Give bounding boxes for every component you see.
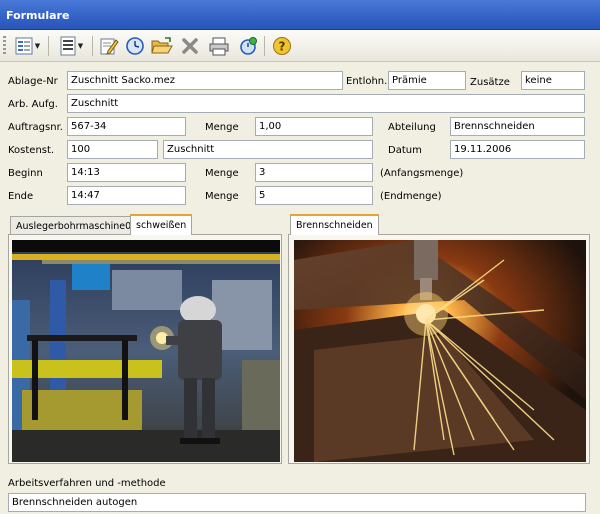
- toolbar: ▼ ▼ ?: [0, 30, 600, 62]
- clock-icon: [126, 37, 144, 55]
- form-view-icon: [15, 37, 33, 55]
- welding-photo: [12, 240, 280, 462]
- tab-label: Auslegerbohrmaschine01: [16, 221, 138, 232]
- refresh-button[interactable]: [236, 34, 260, 58]
- arbaufg-field[interactable]: Zuschnitt: [67, 94, 585, 113]
- form-view-button[interactable]: ▼: [10, 34, 44, 58]
- zusaetze-label: Zusätze: [470, 77, 510, 88]
- method-field[interactable]: Brennschneiden autogen: [8, 493, 586, 512]
- ablage-field[interactable]: Zuschnitt Sacko.mez: [67, 71, 343, 90]
- beginn-field[interactable]: 14:13: [67, 163, 186, 182]
- ende-label: Ende: [8, 191, 34, 202]
- datum-field[interactable]: 19.11.2006: [450, 140, 585, 159]
- svg-text:?: ?: [279, 40, 286, 54]
- toolbar-grip[interactable]: [3, 36, 6, 56]
- clock-button[interactable]: [123, 34, 147, 58]
- refresh-icon: [240, 37, 257, 55]
- window-title: Formulare: [6, 9, 70, 22]
- print-icon: [209, 37, 229, 56]
- menge-label: Menge: [205, 122, 239, 133]
- auftragsnr-field[interactable]: 567-34: [67, 117, 186, 136]
- help-icon: ?: [273, 37, 291, 55]
- tab-auslegerbohrmaschine[interactable]: Auslegerbohrmaschine01: [10, 216, 144, 235]
- anfangsmenge-field[interactable]: 3: [255, 163, 373, 182]
- chevron-down-icon: ▼: [77, 42, 84, 50]
- kostenst-field[interactable]: 100: [67, 140, 158, 159]
- cutting-photo: [294, 240, 586, 462]
- tab-label: Brennschneiden: [296, 220, 373, 231]
- method-label: Arbeitsverfahren und -methode: [8, 478, 166, 489]
- ende-field[interactable]: 14:47: [67, 186, 186, 205]
- list-view-button[interactable]: ▼: [54, 34, 88, 58]
- anfangsmenge-menge-label: Menge: [205, 168, 239, 179]
- tab-brennschneiden[interactable]: Brennschneiden: [290, 214, 379, 235]
- arbaufg-label: Arb. Aufg.: [8, 99, 58, 110]
- entlohn-field[interactable]: Prämie: [388, 71, 466, 90]
- list-view-icon: [60, 36, 76, 56]
- endmenge-field[interactable]: 5: [255, 186, 373, 205]
- delete-button[interactable]: [178, 34, 202, 58]
- print-button[interactable]: [207, 34, 231, 58]
- kostenst-name-field[interactable]: Zuschnitt: [163, 140, 373, 159]
- tab-schweissen[interactable]: schweißen: [130, 214, 193, 235]
- datum-label: Datum: [388, 145, 422, 156]
- toolbar-separator: [264, 36, 265, 56]
- edit-button[interactable]: [97, 34, 121, 58]
- menge-field[interactable]: 1,00: [255, 117, 373, 136]
- open-folder-icon: [151, 37, 173, 54]
- anfangsmenge-label: (Anfangsmenge): [380, 168, 464, 179]
- entlohn-label: Entlohn.: [346, 76, 388, 87]
- tab-label: schweißen: [136, 220, 187, 231]
- title-bar: Formulare: [0, 0, 600, 30]
- beginn-label: Beginn: [8, 168, 43, 179]
- auftragsnr-label: Auftragsnr.: [8, 122, 63, 133]
- endmenge-menge-label: Menge: [205, 191, 239, 202]
- abteilung-field[interactable]: Brennschneiden: [450, 117, 585, 136]
- help-button[interactable]: ?: [270, 34, 294, 58]
- zusaetze-field[interactable]: keine: [521, 71, 585, 90]
- delete-icon: [182, 38, 198, 54]
- abteilung-label: Abteilung: [388, 122, 436, 133]
- toolbar-separator: [48, 36, 49, 56]
- chevron-down-icon: ▼: [34, 42, 41, 50]
- open-button[interactable]: [150, 34, 174, 58]
- toolbar-separator: [92, 36, 93, 56]
- kostenst-label: Kostenst.: [8, 145, 55, 156]
- ablage-label: Ablage-Nr: [8, 76, 58, 87]
- edit-icon: [100, 38, 119, 55]
- endmenge-label: (Endmenge): [380, 191, 442, 202]
